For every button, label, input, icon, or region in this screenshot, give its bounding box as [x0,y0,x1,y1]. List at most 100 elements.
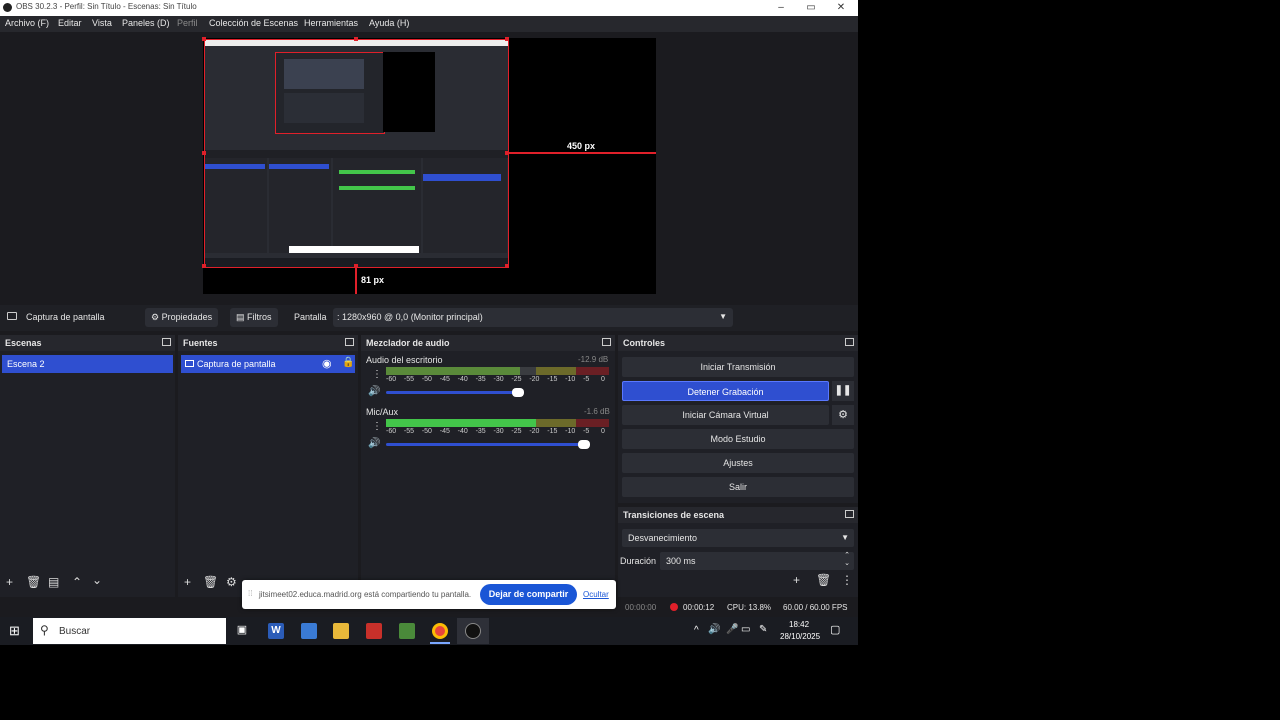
folder-icon[interactable] [333,623,349,639]
lock-icon[interactable]: 🔒 [342,357,354,368]
add-icon[interactable]: + [184,575,191,589]
menu-ayuda[interactable]: Ayuda (H) [369,18,409,28]
sources-title: Fuentes [183,338,218,348]
meter-tick-label: -45 [439,376,450,383]
meter-tick-label: -40 [457,376,468,383]
undock-icon[interactable] [845,338,854,346]
taskbar-search[interactable]: ⚲ Buscar [33,618,226,644]
drag-handle-icon[interactable]: ⁞⁞ [248,589,252,598]
screen-select[interactable]: : 1280x960 @ 0,0 (Monitor principal) ▼ [333,308,733,327]
channel-db: -1.6 dB [584,407,610,416]
meter-tick-label: -15 [547,376,558,383]
add-icon[interactable]: + [793,573,800,587]
duration-spinbox[interactable]: 300 ms ⌃ ⌄ [660,552,854,570]
nested-controls [423,158,507,253]
undock-icon[interactable] [162,338,171,346]
menu-paneles[interactable]: Paneles (D) [122,18,170,28]
undock-icon[interactable] [845,510,854,518]
resize-handle[interactable] [505,37,509,41]
clock-time[interactable]: 18:42 [789,620,809,629]
maximize-button[interactable]: ▭ [796,0,826,16]
volume-slider-handle[interactable] [578,440,590,449]
clock-date[interactable]: 28/10/2025 [780,632,820,641]
display-icon[interactable]: ▭ [741,624,750,635]
arrow-up-icon[interactable]: ⌃ [72,575,82,589]
studio-mode-button[interactable]: Modo Estudio [622,429,854,449]
speaker-icon[interactable]: 🔊 [368,438,380,449]
source-item[interactable]: Captura de pantalla ◉ 🔒 [181,355,355,373]
undock-icon[interactable] [345,338,354,346]
trash-icon[interactable]: 🗑 [816,573,831,587]
resize-handle[interactable] [505,264,509,268]
trash-icon[interactable]: 🗑 [26,575,41,589]
menu-vista[interactable]: Vista [92,18,112,28]
resize-handle[interactable] [202,151,206,155]
gear-icon[interactable]: ⚙ [226,575,237,589]
nested-sources [269,158,331,253]
exit-button[interactable]: Salir [622,477,854,497]
pause-icon[interactable]: ❚❚ [832,381,854,401]
stepper-icon[interactable]: ⌃ ⌄ [844,552,850,568]
volume-icon[interactable]: 🔊 [708,624,720,635]
calculator-icon[interactable] [301,623,317,639]
virtual-camera-button[interactable]: Iniciar Cámara Virtual [622,405,829,425]
scene-item[interactable]: Escena 2 [2,355,173,373]
arrow-down-icon[interactable]: ⌄ [92,573,102,587]
app-icon[interactable] [366,623,382,639]
start-stream-button[interactable]: Iniciar Transmisión [622,357,854,377]
menu-archivo[interactable]: Archivo (F) [5,18,49,28]
hide-link[interactable]: Ocultar [583,590,609,599]
task-view-icon[interactable]: ▣ [234,623,250,639]
obs-taskbar-button[interactable] [457,618,489,644]
filter-icon[interactable]: ▤ [48,575,59,589]
eye-icon[interactable]: ◉ [322,357,332,370]
menu-herramientas[interactable]: Herramientas [304,18,358,28]
nested-scenes [205,158,267,253]
kebab-menu-icon[interactable]: ⋮ [841,573,853,587]
minimize-button[interactable]: – [766,0,796,16]
stop-record-button[interactable]: Detener Grabación [622,381,829,401]
undock-icon[interactable] [602,338,611,346]
tray-chevron-icon[interactable]: ^ [694,625,699,636]
menu-coleccion-escenas[interactable]: Colección de Escenas [209,18,298,28]
screen-label: Pantalla [294,312,327,322]
screen-capture-source[interactable] [204,39,509,268]
kebab-menu-icon[interactable]: ⋮ [372,369,382,380]
resize-handle[interactable] [354,37,358,41]
distance-bottom-label: 81 px [361,275,385,285]
level-meter-1 [386,367,609,375]
network-icon[interactable]: ✎ [759,624,767,635]
volume-slider-1[interactable] [386,388,524,397]
word-icon[interactable]: W [268,623,284,639]
trash-icon[interactable]: 🗑 [203,575,218,589]
nested-capture [284,59,364,89]
settings-button[interactable]: Ajustes [622,453,854,473]
resize-handle[interactable] [202,37,206,41]
kebab-menu-icon[interactable]: ⋮ [372,421,382,432]
share-notice-text: jitsimeet02.educa.madrid.org está compar… [259,590,472,599]
transition-select[interactable]: Desvanecimiento ▼ [622,529,854,547]
chrome-icon[interactable] [432,623,448,639]
windows-start-icon[interactable]: ⊞ [9,624,23,638]
level-meter-fill [386,367,520,375]
notifications-icon[interactable]: ▢ [830,623,840,636]
volume-slider-2[interactable] [386,440,590,449]
properties-button[interactable]: ⚙ Propiedades [145,308,219,327]
level-meter-warn [536,367,576,375]
filters-button[interactable]: ▤ Filtros [230,308,278,327]
stop-sharing-button[interactable]: Dejar de compartir [480,584,577,605]
menu-editar[interactable]: Editar [58,18,82,28]
microphone-icon[interactable]: 🎤 [726,624,738,635]
gear-icon[interactable]: ⚙ [832,405,854,425]
speaker-icon[interactable]: 🔊 [368,386,380,397]
record-dot-icon [670,603,678,611]
close-button[interactable]: ✕ [826,0,856,16]
source-toolbar: Captura de pantalla ⚙ Propiedades ▤ Filt… [0,305,858,331]
volume-slider-handle[interactable] [512,388,524,397]
add-icon[interactable]: + [6,575,13,589]
app-icon[interactable] [399,623,415,639]
menu-perfil[interactable]: Perfil [177,18,198,28]
meter-tick-label: -60 [386,376,397,383]
resize-handle[interactable] [202,264,206,268]
transitions-dock: Transiciones de escena Desvanecimiento ▼… [618,507,858,597]
